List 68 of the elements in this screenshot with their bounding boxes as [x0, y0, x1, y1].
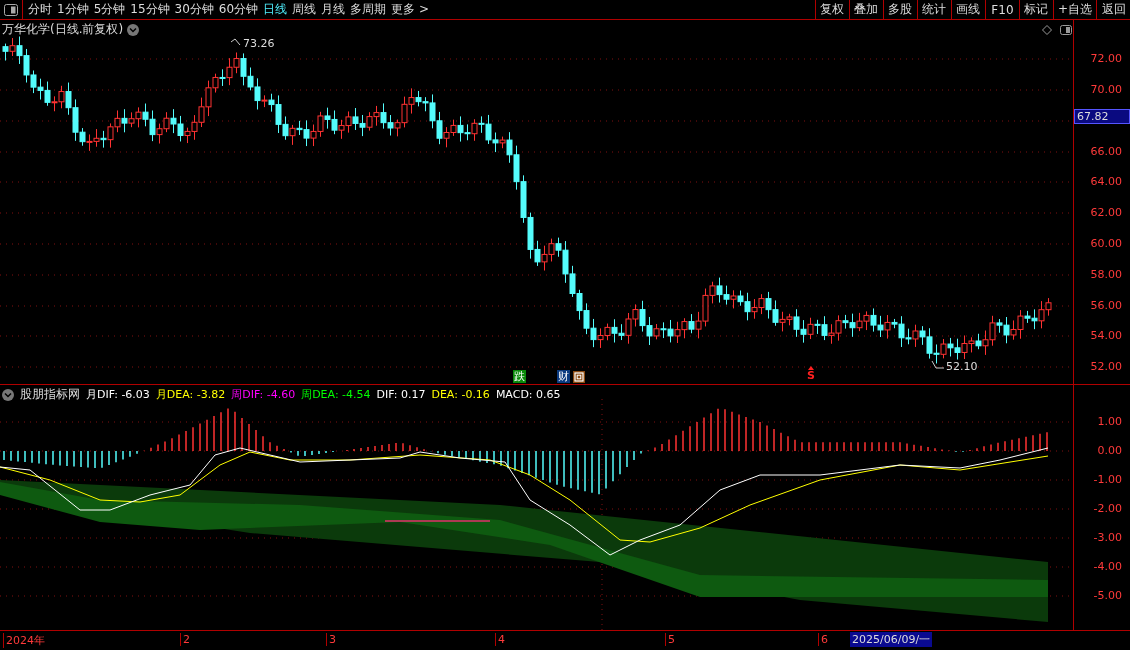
period-tab[interactable]: 30分钟 — [169, 0, 214, 19]
price-tick: 64.00 — [1090, 175, 1122, 188]
indicator-tick: -3.00 — [1093, 531, 1122, 544]
period-tab[interactable]: 月线 — [316, 0, 346, 19]
low-price-label: 52.10 — [946, 360, 978, 373]
toolbar-button[interactable]: +自选 — [1052, 0, 1096, 19]
indicator-tick: -5.00 — [1093, 589, 1122, 602]
period-tab[interactable]: 15分钟 — [125, 0, 170, 19]
indicator-value: MACD: 0.65 — [495, 388, 561, 401]
price-tick: 58.00 — [1090, 268, 1122, 281]
toolbar-button[interactable]: 叠加 — [848, 0, 883, 19]
toolbar-button[interactable]: F10 — [984, 0, 1019, 19]
fall-signal[interactable]: 跌 — [513, 370, 526, 383]
period-tab[interactable]: 更多 > — [386, 0, 429, 19]
finance-signal[interactable]: 财 — [557, 370, 570, 383]
leader-line — [230, 38, 241, 46]
toolbar-button[interactable]: 多股 — [882, 0, 917, 19]
sell-signal[interactable]: S — [807, 366, 815, 381]
price-tick: 70.00 — [1090, 83, 1122, 96]
indicator-tick: -4.00 — [1093, 560, 1122, 573]
period-tab[interactable]: 5分钟 — [88, 0, 126, 19]
price-tick: 54.00 — [1090, 329, 1122, 342]
period-tab[interactable]: 多周期 — [345, 0, 387, 19]
period-tab[interactable]: 1分钟 — [52, 0, 89, 19]
period-tab[interactable]: 日线 — [258, 0, 288, 19]
period-tab[interactable]: 分时 — [23, 0, 52, 19]
leader-line — [931, 360, 945, 369]
indicator-value: 月DEA: -3.82 — [155, 387, 226, 402]
toolbar-button[interactable]: 画线 — [950, 0, 985, 19]
price-tick: 52.00 — [1090, 360, 1122, 373]
toolbar-button[interactable]: 返回 — [1096, 0, 1130, 19]
chevron-down-icon[interactable] — [2, 388, 14, 401]
panel-toggle-icon[interactable] — [1060, 25, 1072, 35]
indicator-tick: -1.00 — [1093, 473, 1122, 486]
toolbar-button[interactable]: 统计 — [916, 0, 951, 19]
price-tick: 72.00 — [1090, 52, 1122, 65]
price-tick: 66.00 — [1090, 145, 1122, 158]
indicator-value: 月DIF: -6.03 — [86, 387, 150, 402]
price-tick: 56.00 — [1090, 299, 1122, 312]
indicator-value: 周DEA: -4.54 — [301, 387, 371, 402]
cursor-date: 2025/06/09/一 — [850, 632, 933, 647]
date-label: 6 — [818, 633, 828, 646]
price-tick: 60.00 — [1090, 237, 1122, 250]
date-label: 2024年 — [3, 633, 45, 648]
toolbar-button[interactable]: 复权 — [814, 0, 849, 19]
stock-title: 万华化学(日线.前复权) — [2, 21, 124, 38]
price-tick: 62.00 — [1090, 206, 1122, 219]
sell-signal-label: S — [807, 370, 815, 381]
toolbar-button[interactable]: 标记 — [1018, 0, 1053, 19]
indicator-tick: 0.00 — [1097, 444, 1122, 457]
date-label: 4 — [495, 633, 505, 646]
date-label: 3 — [326, 633, 336, 646]
indicator-tick: -2.00 — [1093, 502, 1122, 515]
arrow-up-icon — [807, 366, 814, 370]
indicator-value: DEA: -0.16 — [431, 388, 490, 401]
date-label: 2 — [180, 633, 190, 646]
high-price-label: 73.26 — [243, 37, 275, 50]
panel-toggle-icon[interactable] — [4, 3, 18, 16]
indicator-value: DIF: 0.17 — [376, 388, 426, 401]
current-price-tag: 67.82 — [1074, 109, 1130, 124]
indicator-value: 周DIF: -4.60 — [231, 387, 296, 402]
chevron-down-icon[interactable] — [127, 23, 140, 36]
period-tab[interactable]: 周线 — [287, 0, 317, 19]
period-tab[interactable]: 60分钟 — [213, 0, 259, 19]
indicator-tick: 1.00 — [1097, 415, 1122, 428]
date-label: 5 — [665, 633, 675, 646]
square-signal-icon[interactable] — [573, 371, 585, 383]
indicator-name: 股朋指标网 — [20, 386, 80, 403]
